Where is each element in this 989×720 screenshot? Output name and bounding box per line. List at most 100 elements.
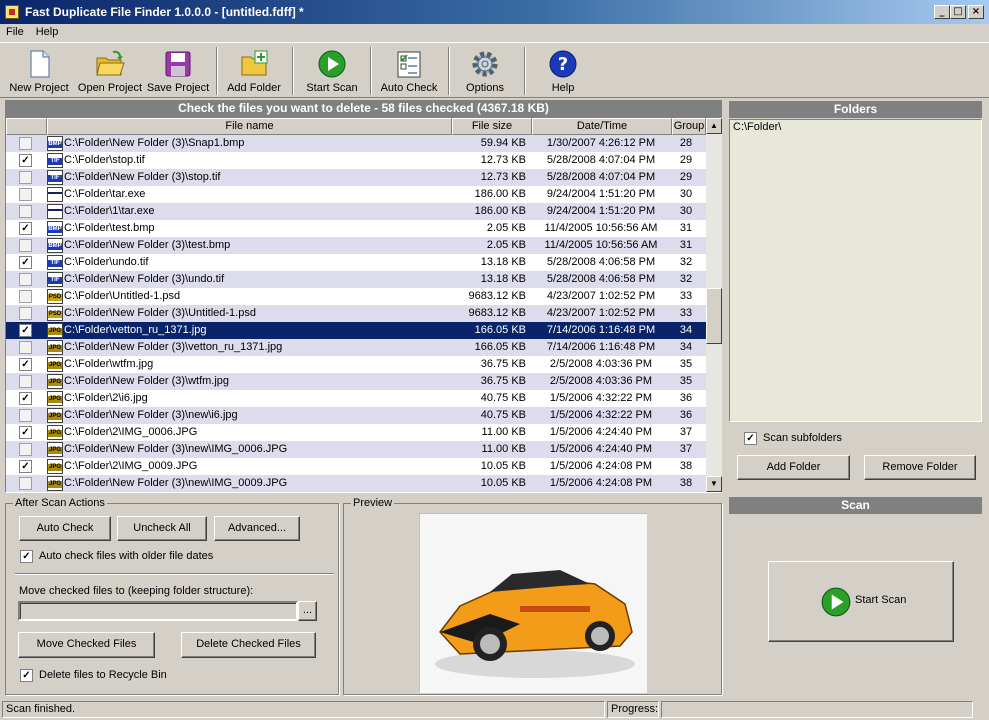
- row-checkbox[interactable]: ✓: [19, 392, 32, 405]
- row-checkbox[interactable]: ✓: [19, 358, 32, 371]
- file-size-cell: 13.18 KB: [480, 256, 526, 268]
- row-checkbox[interactable]: ✓: [19, 256, 32, 269]
- new-project-button[interactable]: New Project: [6, 45, 72, 97]
- delete-checked-files-button[interactable]: Delete Checked Files: [181, 632, 316, 658]
- menu-file[interactable]: File: [0, 24, 30, 38]
- close-button[interactable]: ×: [968, 5, 984, 19]
- column-group[interactable]: Group: [672, 118, 706, 135]
- auto-check-button[interactable]: Auto Check: [376, 45, 442, 97]
- start-scan-button[interactable]: Start Scan: [298, 45, 366, 97]
- recycle-bin-checkbox[interactable]: ✓: [20, 669, 33, 682]
- minimize-button[interactable]: _: [934, 5, 950, 19]
- help-button[interactable]: ? Help: [532, 45, 594, 97]
- options-label: Options: [466, 82, 504, 94]
- row-checkbox[interactable]: [19, 239, 32, 252]
- file-date-cell: 11/4/2005 10:56:56 AM: [544, 239, 658, 251]
- file-size-cell: 166.05 KB: [474, 341, 526, 353]
- app-icon: [5, 5, 19, 19]
- row-checkbox[interactable]: ✓: [19, 222, 32, 235]
- scan-subfolders-checkbox[interactable]: ✓: [744, 432, 757, 445]
- row-checkbox[interactable]: [19, 290, 32, 303]
- table-row[interactable]: JPG C:\Folder\New Folder (3)\new\i6.jpg 40…: [6, 407, 706, 424]
- row-checkbox[interactable]: [19, 273, 32, 286]
- maximize-button[interactable]: □: [950, 5, 966, 19]
- row-checkbox[interactable]: ✓: [19, 460, 32, 473]
- file-name-cell: C:\Folder\New Folder (3)\test.bmp: [64, 239, 231, 251]
- table-row[interactable]: ✓ JPG C:\Folder\vetton_ru_1371.jpg 166.05 K…: [6, 322, 706, 339]
- file-name-cell: C:\Folder\New Folder (3)\new\i6.jpg: [64, 409, 238, 421]
- table-row[interactable]: JPG C:\Folder\New Folder (3)\vetton_ru_13…: [6, 339, 706, 356]
- move-checked-files-button[interactable]: Move Checked Files: [18, 632, 155, 658]
- move-path-field[interactable]: [18, 601, 298, 621]
- file-type-icon: JPG: [47, 476, 63, 491]
- toolbar-separator: [524, 47, 526, 95]
- table-row[interactable]: ✓ TIF C:\Folder\stop.tif 12.73 KB 5/28/2008 …: [6, 152, 706, 169]
- advanced-button[interactable]: Advanced...: [214, 516, 300, 541]
- row-checkbox[interactable]: [19, 409, 32, 422]
- table-row[interactable]: ✓ JPG C:\Folder\2\i6.jpg 40.75 KB 1/5/2006 4…: [6, 390, 706, 407]
- table-row[interactable]: PSD C:\Folder\New Folder (3)\Untitled-1.p…: [6, 305, 706, 322]
- file-date-cell: 1/5/2006 4:24:40 PM: [549, 443, 653, 455]
- scroll-up-button[interactable]: ▲: [706, 118, 722, 134]
- table-row[interactable]: PSD C:\Folder\Untitled-1.psd 9683.12 KB 4/2…: [6, 288, 706, 305]
- table-row[interactable]: ✓ JPG C:\Folder\wtfm.jpg 36.75 KB 2/5/2008 4…: [6, 356, 706, 373]
- scroll-down-button[interactable]: ▼: [706, 476, 722, 492]
- uncheck-all-button[interactable]: Uncheck All: [117, 516, 207, 541]
- table-row[interactable]: ✓ JPG C:\Folder\2\IMG_0006.JPG 11.00 KB 1/5/…: [6, 424, 706, 441]
- table-row[interactable]: JPG C:\Folder\New Folder (3)\wtfm.jpg 36.7…: [6, 373, 706, 390]
- menu-bar: File Help: [0, 24, 989, 42]
- menu-help[interactable]: Help: [30, 24, 65, 38]
- row-checkbox[interactable]: [19, 443, 32, 456]
- scroll-thumb[interactable]: [706, 288, 722, 344]
- column-date-time[interactable]: Date/Time: [532, 118, 672, 135]
- vertical-scrollbar[interactable]: ▲ ▼: [706, 118, 722, 492]
- table-row[interactable]: TIF C:\Folder\New Folder (3)\undo.tif 13.1…: [6, 271, 706, 288]
- save-project-button[interactable]: Save Project: [146, 45, 210, 97]
- folders-list[interactable]: C:\Folder\: [729, 119, 982, 422]
- table-row[interactable]: ✓ JPG C:\Folder\2\IMG_0009.JPG 10.05 KB 1/5/…: [6, 458, 706, 475]
- table-row[interactable]: TIF C:\Folder\New Folder (3)\stop.tif 12.7…: [6, 169, 706, 186]
- table-row[interactable]: BMP C:\Folder\New Folder (3)\test.bmp 2.05…: [6, 237, 706, 254]
- divider: [15, 573, 334, 575]
- table-row[interactable]: ✓ TIF C:\Folder\undo.tif 13.18 KB 5/28/2008 …: [6, 254, 706, 271]
- start-scan-panel-button[interactable]: Start Scan: [768, 561, 954, 642]
- row-checkbox[interactable]: [19, 307, 32, 320]
- column-file-name[interactable]: File name: [47, 118, 452, 135]
- add-folder-button[interactable]: Add Folder: [222, 45, 286, 97]
- remove-folder-button[interactable]: Remove Folder: [864, 455, 976, 480]
- table-row[interactable]: C:\Folder\tar.exe 186.00 KB 9/24/2004 1:51…: [6, 186, 706, 203]
- row-checkbox[interactable]: [19, 171, 32, 184]
- auto-check-older-checkbox[interactable]: ✓: [20, 550, 33, 563]
- file-size-cell: 59.94 KB: [480, 137, 526, 149]
- file-type-icon: JPG: [47, 357, 63, 372]
- row-checkbox[interactable]: [19, 375, 32, 388]
- auto-check-action-button[interactable]: Auto Check: [19, 516, 111, 541]
- row-checkbox[interactable]: [19, 188, 32, 201]
- open-project-button[interactable]: Open Project: [76, 45, 144, 97]
- table-row[interactable]: JPG C:\Folder\New Folder (3)\new\IMG_0006…: [6, 441, 706, 458]
- browse-button[interactable]: ...: [298, 601, 317, 621]
- row-checkbox[interactable]: [19, 205, 32, 218]
- table-row[interactable]: C:\Folder\1\tar.exe 186.00 KB 9/24/2004 1:…: [6, 203, 706, 220]
- row-checkbox[interactable]: [19, 137, 32, 150]
- row-checkbox[interactable]: [19, 477, 32, 490]
- file-size-cell: 40.75 KB: [480, 409, 526, 421]
- file-type-icon: BMP: [47, 221, 63, 236]
- file-name-cell: C:\Folder\stop.tif: [64, 154, 145, 166]
- table-row[interactable]: BMP C:\Folder\New Folder (3)\Snap1.bmp 59.…: [6, 135, 706, 152]
- file-date-cell: 1/30/2007 4:26:12 PM: [546, 137, 656, 149]
- row-checkbox[interactable]: [19, 341, 32, 354]
- table-row[interactable]: ✓ BMP C:\Folder\test.bmp 2.05 KB 11/4/2005 1…: [6, 220, 706, 237]
- folder-item[interactable]: C:\Folder\: [733, 121, 781, 133]
- table-row[interactable]: JPG C:\Folder\New Folder (3)\new\IMG_0009…: [6, 475, 706, 492]
- column-checkbox[interactable]: [6, 118, 47, 135]
- file-type-icon: [47, 187, 63, 202]
- column-file-size[interactable]: File size: [452, 118, 532, 135]
- add-folder-panel-button[interactable]: Add Folder: [737, 455, 850, 480]
- file-type-icon: TIF: [47, 153, 63, 168]
- row-checkbox[interactable]: ✓: [19, 324, 32, 337]
- options-button[interactable]: Options: [454, 45, 516, 97]
- row-checkbox[interactable]: ✓: [19, 154, 32, 167]
- file-size-cell: 40.75 KB: [480, 392, 526, 404]
- row-checkbox[interactable]: ✓: [19, 426, 32, 439]
